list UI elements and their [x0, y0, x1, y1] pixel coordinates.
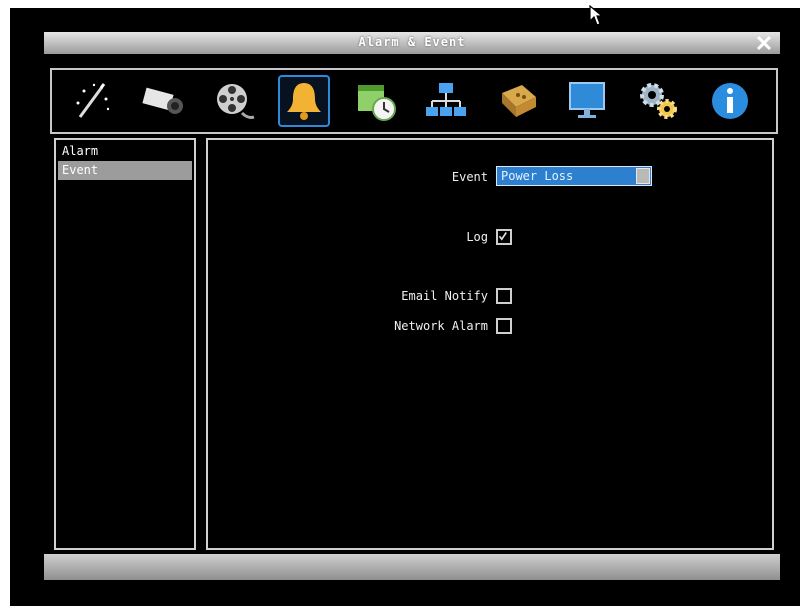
sidebar-item-alarm[interactable]: Alarm [58, 142, 192, 161]
main-menu-toolbar [50, 68, 778, 134]
toolbar-system[interactable] [632, 75, 684, 127]
network-alarm-label: Network Alarm [394, 319, 488, 333]
alarm-event-window: Alarm & Event Alarm Event Event Power Lo… [44, 32, 780, 580]
checkmark-icon [498, 232, 507, 241]
status-bar [44, 554, 780, 580]
toolbar-schedule[interactable] [350, 75, 402, 127]
toolbar-display[interactable] [562, 75, 614, 127]
email-notify-row: Email Notify [208, 285, 772, 307]
wizard-icon [76, 83, 110, 118]
event-select[interactable]: Power Loss [496, 166, 652, 186]
log-row: Log [208, 226, 772, 248]
film-reel-icon [217, 84, 255, 119]
gears-icon [640, 83, 677, 119]
sidebar-item-event[interactable]: Event [58, 161, 192, 180]
network-icon [426, 83, 466, 116]
close-icon[interactable] [754, 33, 774, 53]
toolbar-network[interactable] [420, 75, 472, 127]
toolbar-alarm-event[interactable] [278, 75, 330, 127]
toolbar-information[interactable] [704, 75, 756, 127]
title-bar: Alarm & Event [44, 32, 780, 54]
toolbar-playback[interactable] [208, 75, 260, 127]
bell-icon [287, 83, 321, 120]
mouse-cursor-icon [589, 5, 603, 26]
event-row: Event Power Loss [208, 166, 772, 188]
camera-icon [142, 87, 183, 114]
log-label: Log [466, 230, 488, 244]
email-notify-label: Email Notify [401, 289, 488, 303]
toolbar-storage[interactable] [492, 75, 544, 127]
window-title: Alarm & Event [358, 35, 466, 49]
network-alarm-checkbox[interactable] [496, 318, 512, 334]
toolbar-wizard[interactable] [66, 75, 118, 127]
event-label: Event [451, 170, 488, 184]
log-checkbox[interactable] [496, 229, 512, 245]
dropdown-arrow-icon[interactable] [636, 168, 650, 184]
schedule-icon [358, 85, 396, 121]
info-icon [712, 83, 748, 119]
network-alarm-row: Network Alarm [208, 315, 772, 337]
event-settings-panel: Event Power Loss Log Email Notify Networ… [206, 138, 774, 550]
email-notify-checkbox[interactable] [496, 288, 512, 304]
toolbar-camera[interactable] [138, 75, 190, 127]
storage-icon [502, 85, 536, 117]
monitor-icon [569, 82, 605, 118]
event-select-value: Power Loss [501, 169, 574, 183]
submenu-sidebar: Alarm Event [54, 138, 196, 550]
